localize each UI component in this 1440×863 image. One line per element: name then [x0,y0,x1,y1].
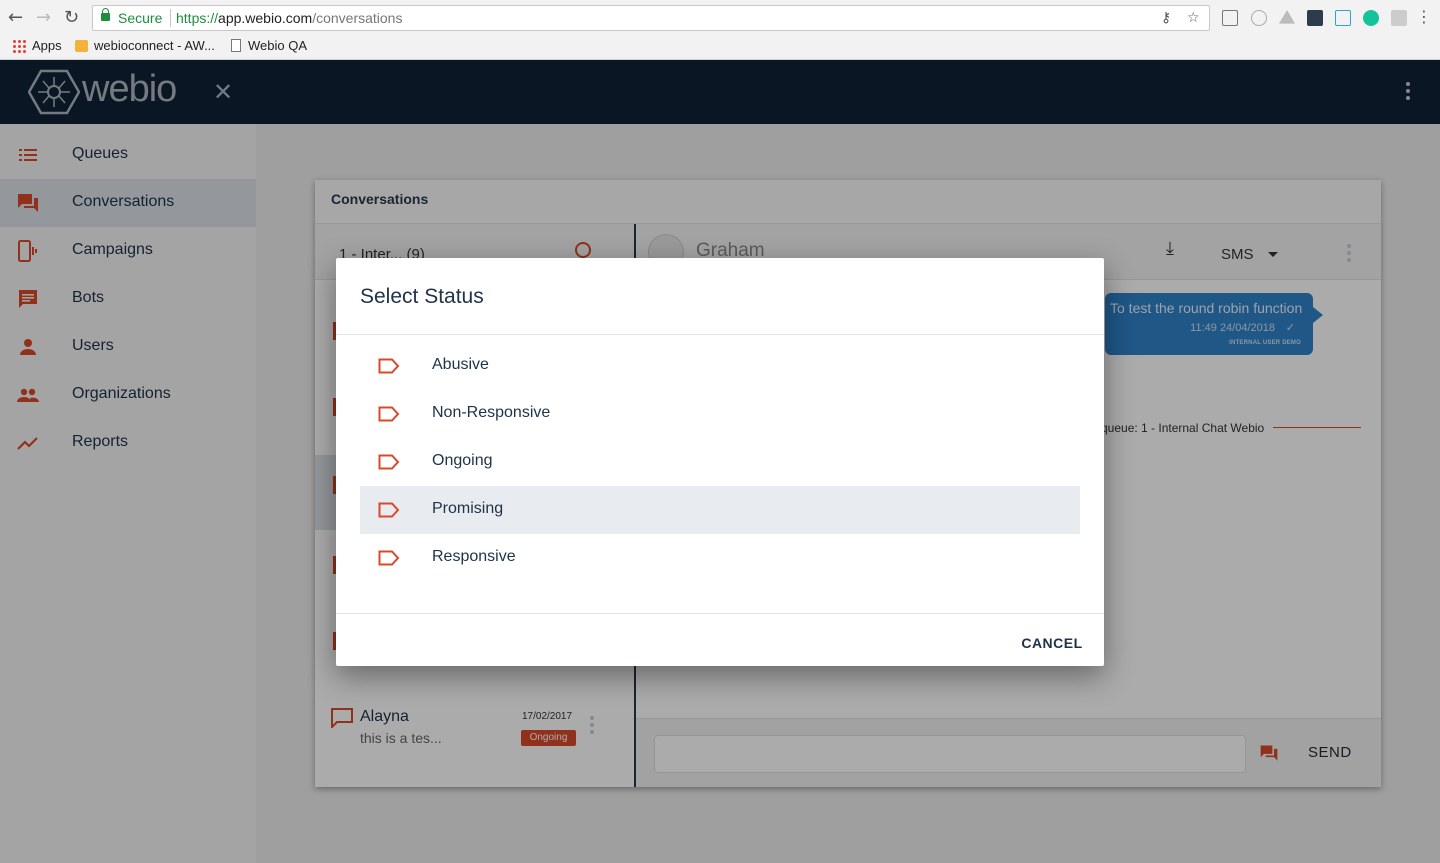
dialog-title: Select Status [360,285,484,308]
status-option-label: Ongoing [432,452,493,469]
bookmark-webioconnect[interactable]: webioconnect - AW... [94,38,215,53]
status-option-responsive[interactable]: Responsive [360,534,1080,582]
status-option-promising[interactable]: Promising [360,486,1080,534]
bookmarks-bar: Apps webioconnect - AW... Webio QA [0,36,1440,60]
browser-toolbar: ← → ↻ Secure https://app.webio.com/conve… [0,0,1440,36]
lock-icon [101,8,110,21]
url-separator [170,9,171,27]
drive-icon[interactable] [1279,10,1295,24]
status-option-label: Promising [432,500,504,517]
address-bar[interactable]: Secure https://app.webio.com/conversatio… [92,5,1210,31]
extension-w-icon[interactable] [1335,10,1351,26]
reload-icon[interactable]: ↻ [64,8,79,28]
apps-icon [12,39,26,53]
key-icon[interactable]: ⚷ [1161,10,1171,26]
status-option-label: Responsive [432,548,516,565]
status-option-abusive[interactable]: Abusive [360,342,1080,390]
status-option-label: Abusive [432,356,489,373]
status-option-ongoing[interactable]: Ongoing [360,438,1080,486]
grammarly-icon[interactable] [1363,10,1379,26]
cancel-button[interactable]: CANCEL [1012,630,1092,656]
label-icon [378,550,400,566]
divider [336,334,1104,335]
aws-icon [75,40,88,52]
cast-icon[interactable] [1222,10,1238,26]
select-status-dialog: Select Status Abusive Non-Responsive Ong… [336,258,1104,666]
status-option-label: Non-Responsive [432,404,551,421]
label-icon [378,502,400,518]
status-option-non-responsive[interactable]: Non-Responsive [360,390,1080,438]
star-icon[interactable]: ☆ [1187,10,1200,26]
page-icon [231,39,241,52]
forward-icon[interactable]: → [36,8,51,28]
browser-menu-icon[interactable]: ⋮ [1416,7,1432,27]
label-icon [378,454,400,470]
extension-circle-icon[interactable] [1251,10,1267,26]
extension-g-icon[interactable] [1391,10,1407,26]
extension-dots-icon[interactable] [1307,10,1323,26]
back-icon[interactable]: ← [8,8,23,28]
label-icon [378,358,400,374]
bookmark-apps[interactable]: Apps [32,38,62,53]
secure-label: Secure [118,10,163,26]
bookmark-webio-qa[interactable]: Webio QA [248,38,307,53]
url-text[interactable]: https://app.webio.com/conversations [176,10,402,26]
divider [336,613,1104,614]
label-icon [378,406,400,422]
